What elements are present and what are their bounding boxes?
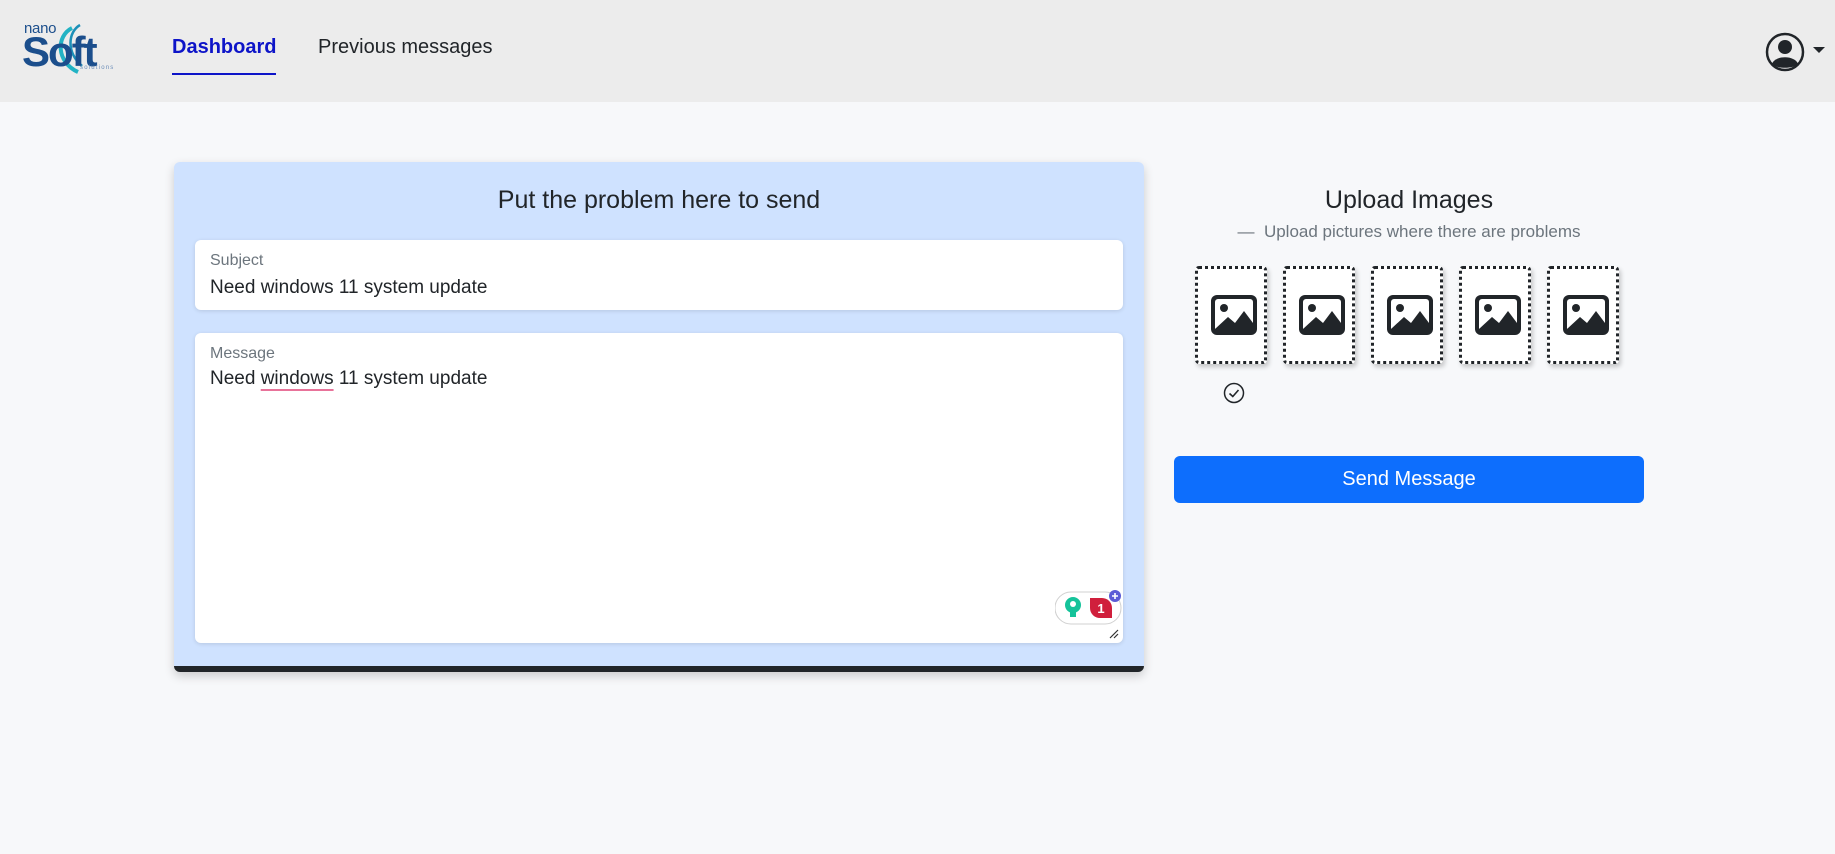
send-message-button[interactable]: Send Message bbox=[1174, 456, 1644, 503]
image-upload-slot-3[interactable] bbox=[1371, 266, 1443, 364]
resize-handle-icon[interactable] bbox=[1109, 629, 1119, 639]
form-title: Put the problem here to send bbox=[497, 186, 821, 214]
upload-title: Upload Images bbox=[1324, 186, 1494, 214]
image-icon bbox=[1475, 295, 1521, 335]
logo-solutions-text: solutions bbox=[80, 65, 115, 71]
subject-label: Subject bbox=[210, 252, 264, 269]
image-icon bbox=[1387, 295, 1433, 335]
message-form-card: Put the problem here to send Subject Nee… bbox=[174, 162, 1144, 672]
spelling-flagged-word[interactable]: windows bbox=[261, 368, 334, 389]
nav-dashboard[interactable]: Dashboard bbox=[172, 36, 277, 75]
image-icon bbox=[1563, 295, 1609, 335]
nanosoft-logo[interactable]: nano Soft solutions bbox=[22, 18, 114, 76]
message-value: Need windows 11 system update bbox=[210, 368, 488, 389]
grammarly-widget[interactable]: 1 bbox=[1054, 590, 1125, 626]
image-upload-slot-2[interactable] bbox=[1283, 266, 1355, 364]
image-upload-slot-4[interactable] bbox=[1459, 266, 1531, 364]
check-circle-icon[interactable] bbox=[1223, 382, 1245, 404]
message-textarea[interactable]: Message Need windows 11 system update 1 bbox=[195, 333, 1123, 643]
grammarly-count-badge: 1 bbox=[1090, 598, 1112, 618]
image-icon bbox=[1211, 295, 1257, 335]
subject-value: Need windows 11 system update bbox=[210, 277, 488, 298]
user-circle-icon bbox=[1765, 32, 1805, 72]
nav-previous-messages[interactable]: Previous messages bbox=[318, 36, 493, 59]
user-menu-dropdown[interactable] bbox=[1765, 32, 1825, 72]
svg-text:1: 1 bbox=[1097, 601, 1104, 616]
image-upload-slot-1[interactable] bbox=[1195, 266, 1267, 364]
plus-icon bbox=[1109, 590, 1121, 602]
top-navbar: nano Soft solutions Dashboard Previous m… bbox=[0, 0, 1835, 102]
subject-field[interactable]: Subject Need windows 11 system update bbox=[195, 240, 1123, 310]
message-label: Message bbox=[210, 345, 275, 362]
image-icon bbox=[1299, 295, 1345, 335]
chevron-down-icon bbox=[1813, 47, 1825, 53]
image-upload-slot-5[interactable] bbox=[1547, 266, 1619, 364]
upload-subtitle: — Upload pictures where there are proble… bbox=[1237, 222, 1581, 241]
